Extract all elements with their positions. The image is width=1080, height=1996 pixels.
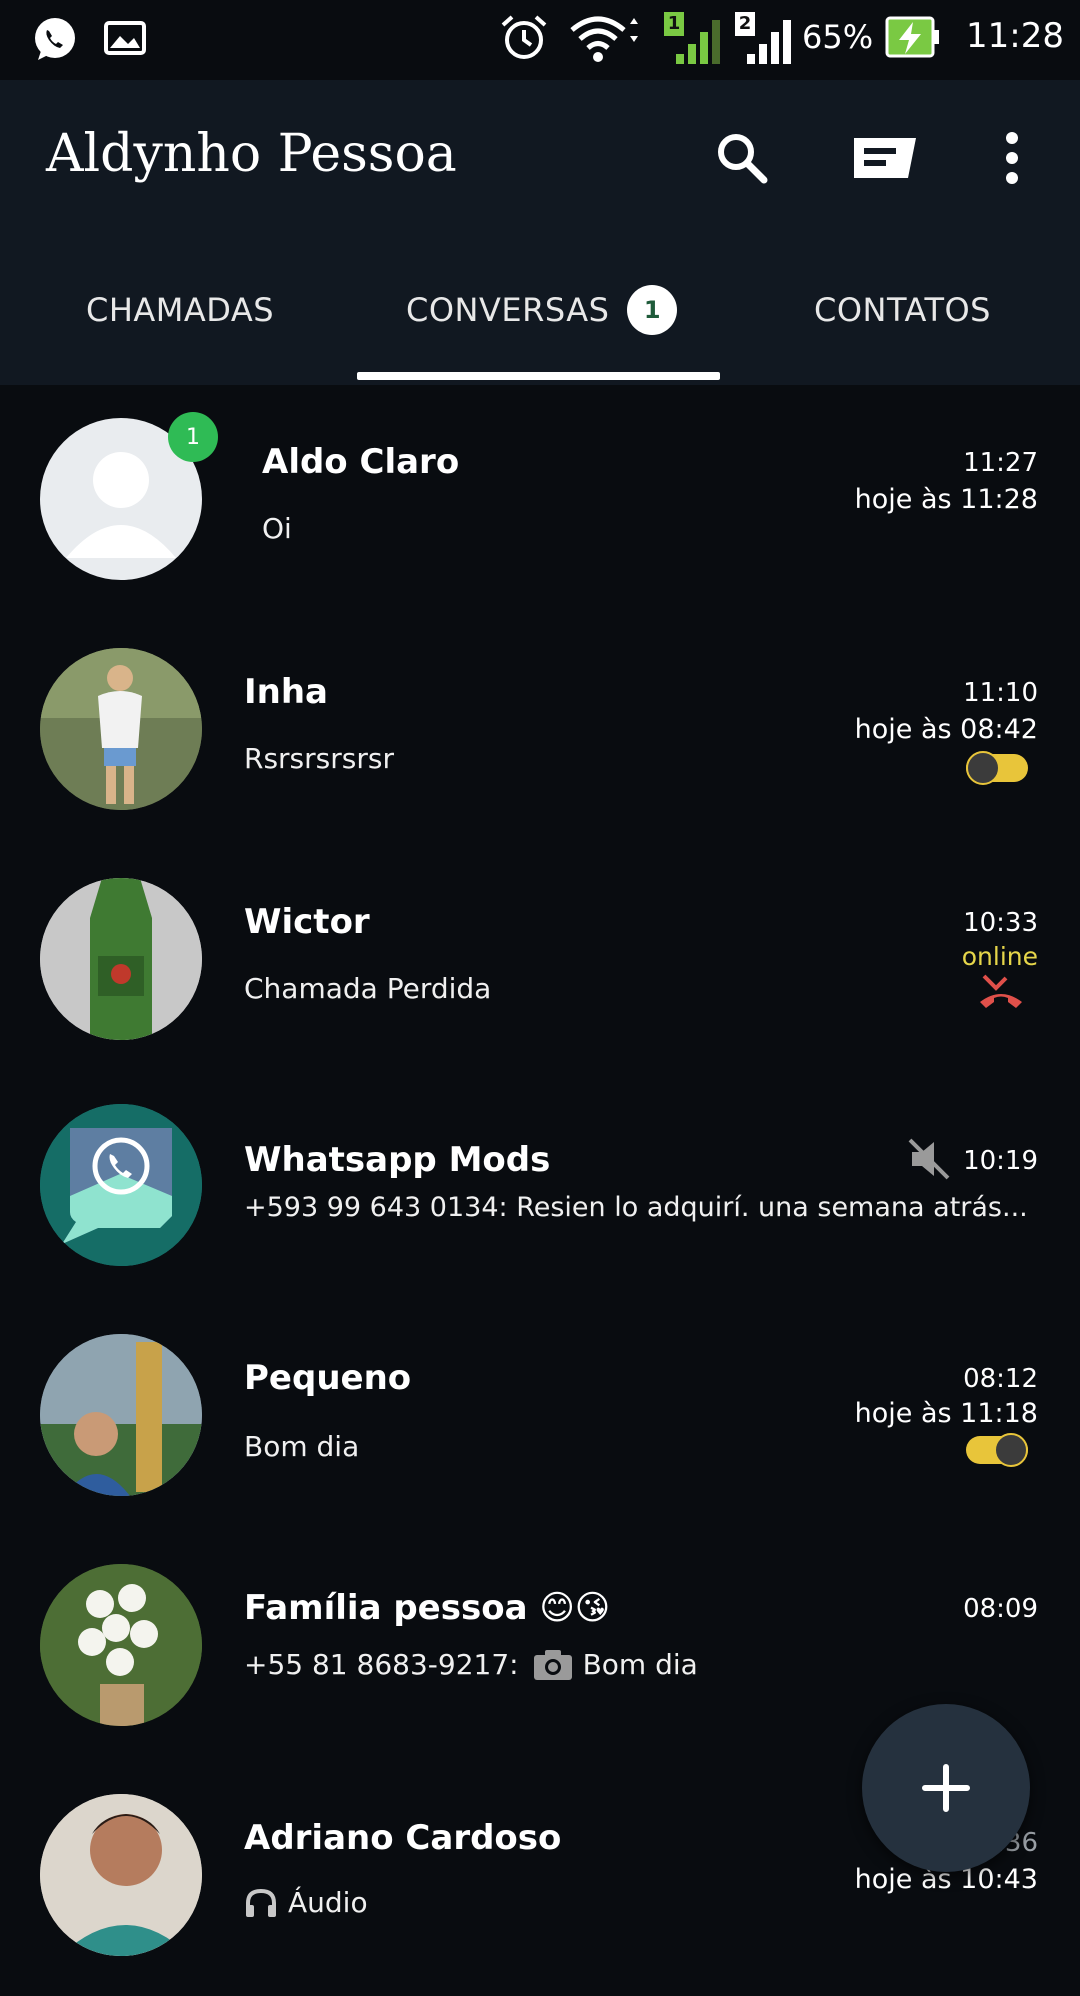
last-message: Áudio <box>244 1886 368 1919</box>
contact-name: Família pessoa 😊😘 <box>244 1588 611 1628</box>
missed-call-icon <box>980 974 1022 1008</box>
avatar[interactable] <box>40 1564 202 1726</box>
app-bar: Aldynho Pessoa CHAMADAS CONVERSAS 1 CONT… <box>0 80 1080 385</box>
avatar[interactable] <box>40 1334 202 1496</box>
last-message: Bom dia <box>244 1430 360 1463</box>
contact-name: Aldo Claro <box>262 442 460 482</box>
tab-conversas[interactable]: CONVERSAS 1 <box>406 280 678 340</box>
unread-badge: 1 <box>168 412 218 462</box>
battery-percent: 65% <box>802 18 874 56</box>
last-message: +55 81 8683-9217: Bom dia <box>244 1648 698 1681</box>
avatar-photo <box>40 1794 202 1956</box>
unread-count-badge: 1 <box>627 285 678 335</box>
contact-name: Wictor <box>244 902 370 942</box>
message-text: Bom dia <box>582 1648 698 1681</box>
tab-chamadas[interactable]: CHAMADAS <box>86 280 274 340</box>
avatar[interactable] <box>40 648 202 810</box>
last-message: Chamada Perdida <box>244 972 492 1005</box>
yowhatsapp-logo-icon <box>40 1104 202 1266</box>
tab-contatos[interactable]: CONTATOS <box>814 280 991 340</box>
new-message-button[interactable] <box>850 118 920 198</box>
avatar-photo <box>40 878 202 1040</box>
camera-icon <box>533 1649 572 1680</box>
tab-indicator <box>357 372 720 380</box>
last-message: +593 99 643 0134: Resien lo adquirí. una… <box>244 1192 1028 1223</box>
last-seen: hoje às 11:28 <box>854 484 1038 515</box>
clock: 11:28 <box>966 16 1064 56</box>
status-bar: 1 2 65% 11:28 <box>0 0 1080 80</box>
avatar[interactable] <box>40 1794 202 1956</box>
message-time: 11:27 <box>963 448 1038 478</box>
message-time: 08:09 <box>963 1594 1038 1624</box>
tab-label: CHAMADAS <box>86 291 275 329</box>
last-message: Rsrsrsrsrsr <box>244 742 394 775</box>
wifi-icon <box>570 16 638 62</box>
last-seen: hoje às 11:18 <box>854 1398 1038 1429</box>
sim2-label: 2 <box>735 12 755 36</box>
sim1-label: 1 <box>664 12 684 36</box>
toggle-knob-icon <box>994 1433 1028 1467</box>
avatar[interactable] <box>40 1104 202 1266</box>
gallery-icon <box>104 21 146 55</box>
new-chat-fab[interactable] <box>862 1704 1030 1872</box>
chat-item-whatsapp-mods[interactable]: Whatsapp Mods +593 99 643 0134: Resien l… <box>0 1100 1080 1320</box>
battery-charging-icon <box>885 16 939 58</box>
whatsapp-icon <box>35 18 75 60</box>
signal-icon: 2 <box>733 12 793 64</box>
signal-icon: 1 <box>662 12 722 64</box>
muted-icon <box>908 1138 950 1180</box>
chat-item-aldo-claro[interactable]: Aldo Claro Oi 11:27 hoje às 11:28 <box>0 400 1080 620</box>
app-title: Aldynho Pessoa <box>46 124 457 184</box>
more-vert-icon <box>1006 132 1018 184</box>
chat-item-wictor[interactable]: Wictor Chamada Perdida 10:33 online <box>0 860 1080 1080</box>
new-message-icon <box>854 138 916 178</box>
message-time: 10:19 <box>963 1146 1038 1176</box>
search-button[interactable] <box>707 118 777 198</box>
alarm-icon <box>501 15 547 59</box>
avatar-photo <box>40 1564 202 1726</box>
contact-name: Inha <box>244 672 329 712</box>
message-text: Áudio <box>288 1886 368 1919</box>
privacy-toggle[interactable] <box>966 751 1028 785</box>
message-sender: +55 81 8683-9217: <box>244 1648 519 1681</box>
online-status: online <box>961 942 1038 971</box>
message-time: 08:12 <box>963 1364 1038 1394</box>
last-seen: hoje às 08:42 <box>854 714 1038 745</box>
message-time: 10:33 <box>963 908 1038 938</box>
more-options-button[interactable] <box>977 118 1047 198</box>
avatar-photo <box>40 1334 202 1496</box>
chat-item-inha[interactable]: Inha Rsrsrsrsrsr 11:10 hoje às 08:42 <box>0 630 1080 850</box>
avatar[interactable] <box>40 878 202 1040</box>
tab-label: CONVERSAS <box>406 291 610 329</box>
message-time: 11:10 <box>963 678 1038 708</box>
contact-name: Pequeno <box>244 1358 412 1398</box>
avatar-photo <box>40 648 202 810</box>
toggle-knob-icon <box>966 751 1000 785</box>
privacy-toggle[interactable] <box>966 1433 1028 1467</box>
chat-item-pequeno[interactable]: Pequeno Bom dia 08:12 hoje às 11:18 <box>0 1316 1080 1536</box>
contact-name: Whatsapp Mods <box>244 1140 551 1180</box>
search-icon <box>718 134 768 184</box>
headphones-icon <box>246 1888 276 1917</box>
tab-label: CONTATOS <box>814 291 991 329</box>
last-message: Oi <box>262 512 292 545</box>
contact-name: Adriano Cardoso <box>244 1818 562 1858</box>
plus-icon <box>922 1764 970 1812</box>
